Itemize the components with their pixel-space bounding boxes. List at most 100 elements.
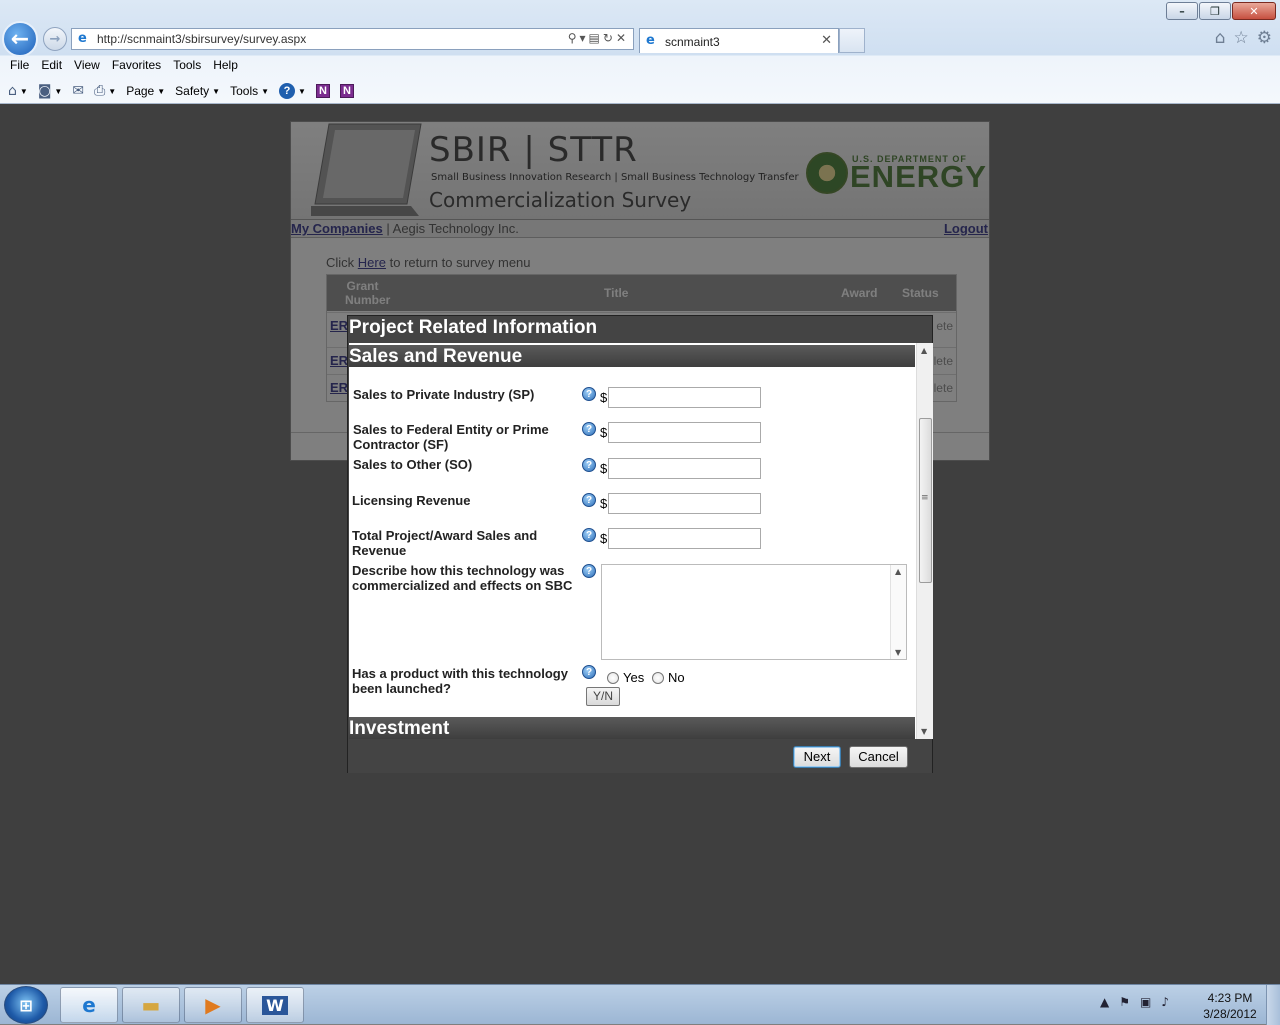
taskbar-internet-explorer[interactable]: e: [60, 987, 118, 1023]
home-command[interactable]: ⌂ ▼: [8, 83, 28, 99]
next-button[interactable]: Next: [793, 746, 841, 768]
onenote-icon[interactable]: N: [315, 84, 330, 98]
safety-menu[interactable]: Safety ▼: [175, 84, 220, 98]
onenote-linked-icon[interactable]: N: [339, 84, 354, 98]
help-icon[interactable]: ?: [582, 564, 596, 578]
modal-title: Project Related Information: [348, 316, 932, 341]
address-actions: ⚲▾▤↻✕: [568, 31, 629, 45]
refresh-icon[interactable]: ↻: [603, 31, 616, 45]
search-icon[interactable]: ⚲: [568, 31, 580, 45]
label-total-sales: Total Project/Award Sales and Revenue: [352, 528, 538, 558]
new-tab-button[interactable]: [839, 28, 865, 53]
modal-footer: Next Cancel: [348, 741, 932, 773]
home-icon: ⌂: [8, 83, 17, 99]
help-icon[interactable]: ?: [582, 422, 596, 436]
modal-scrollbar[interactable]: ▲ ≡ ▼: [916, 343, 933, 739]
total-sales-input[interactable]: [608, 528, 761, 549]
launched-no-radio[interactable]: [652, 672, 664, 684]
sales-private-input[interactable]: [608, 387, 761, 408]
action-center-flag-icon[interactable]: ⚑: [1119, 995, 1130, 1009]
show-desktop-button[interactable]: [1266, 985, 1280, 1025]
label-describe-commercialization: Describe how this technology was commerc…: [352, 563, 573, 593]
label-product-launched: Has a product with this technology been …: [352, 666, 568, 696]
sales-federal-input[interactable]: [608, 422, 761, 443]
scroll-down-icon[interactable]: ▼: [895, 648, 901, 657]
tab-title: scnmaint3: [665, 35, 720, 49]
tools-menu[interactable]: Tools ▼: [230, 84, 269, 98]
volume-icon[interactable]: ♪: [1161, 995, 1169, 1009]
feeds-command[interactable]: ◙ ▼: [38, 83, 63, 99]
label-licensing-revenue: Licensing Revenue: [352, 493, 471, 508]
currency-symbol: $: [600, 496, 608, 511]
word-icon: W: [262, 995, 288, 1015]
page-menu-label: Page: [126, 84, 155, 98]
taskbar-word[interactable]: W: [246, 987, 304, 1023]
scroll-up-icon[interactable]: ▲: [921, 346, 927, 355]
label-sales-other: Sales to Other (SO): [353, 457, 473, 472]
tools-menu-label: Tools: [230, 84, 259, 98]
network-icon[interactable]: ▣: [1140, 995, 1151, 1009]
modal-scroll-body[interactable]: Sales and Revenue Sales to Private Indus…: [349, 343, 933, 739]
menu-tools[interactable]: Tools: [167, 56, 207, 78]
page-menu[interactable]: Page ▼: [126, 84, 165, 98]
launched-yes-label[interactable]: Yes: [623, 670, 644, 685]
project-info-modal: Project Related Information Sales and Re…: [347, 315, 933, 773]
cancel-button[interactable]: Cancel: [849, 746, 908, 768]
textarea-scrollbar[interactable]: ▲ ▼: [890, 565, 906, 659]
browser-right-icons: ⌂ ☆ ⚙: [1215, 28, 1272, 48]
close-window-button[interactable]: ✕: [1232, 2, 1276, 20]
menu-view[interactable]: View: [68, 56, 106, 78]
help-icon[interactable]: ?: [582, 528, 596, 542]
launched-yes-radio[interactable]: [607, 672, 619, 684]
dropdown-icon[interactable]: ▾: [580, 31, 589, 45]
forward-button[interactable]: →: [43, 27, 67, 51]
address-url[interactable]: http://scnmaint3/sbirsurvey/survey.aspx: [97, 32, 306, 46]
taskbar-explorer[interactable]: ▬: [122, 987, 180, 1023]
minimize-button[interactable]: –: [1166, 2, 1198, 20]
sales-other-input[interactable]: [608, 458, 761, 479]
back-button[interactable]: ←: [2, 21, 38, 57]
help-icon[interactable]: ?: [582, 665, 596, 679]
scroll-down-icon[interactable]: ▼: [921, 727, 927, 736]
ie-page-icon: e: [78, 31, 87, 46]
mail-command[interactable]: ✉: [72, 83, 84, 99]
rss-feed-icon: ◙: [37, 83, 52, 99]
menu-help[interactable]: Help: [207, 56, 244, 78]
scroll-up-icon[interactable]: ▲: [895, 567, 901, 576]
help-icon[interactable]: ?: [582, 458, 596, 472]
describe-commercialization-textarea[interactable]: ▲ ▼: [601, 564, 907, 660]
licensing-revenue-input[interactable]: [608, 493, 761, 514]
compat-view-icon[interactable]: ▤: [589, 31, 603, 45]
folder-icon: ▬: [141, 993, 161, 1017]
tab-active[interactable]: e scnmaint3 ✕: [639, 28, 839, 53]
show-hidden-icons-icon[interactable]: ▲: [1100, 995, 1109, 1009]
safety-menu-label: Safety: [175, 84, 210, 98]
print-command[interactable]: ⎙ ▼: [94, 83, 116, 99]
home-icon[interactable]: ⌂: [1215, 28, 1226, 48]
yn-button[interactable]: Y/N: [586, 687, 620, 706]
settings-gear-icon[interactable]: ⚙: [1257, 28, 1272, 48]
menu-file[interactable]: File: [4, 56, 35, 78]
clock-time: 4:23 PM: [1207, 991, 1253, 1005]
help-icon[interactable]: ?: [582, 493, 596, 507]
ie-tab-icon: e: [646, 33, 655, 48]
help-command[interactable]: ? ▼: [279, 83, 306, 99]
taskbar-clock[interactable]: 4:23 PM 3/28/2012: [1198, 990, 1262, 1022]
taskbar-media-player[interactable]: ▶: [184, 987, 242, 1023]
currency-symbol: $: [600, 425, 608, 440]
help-icon[interactable]: ?: [582, 387, 596, 401]
label-sales-private: Sales to Private Industry (SP): [353, 387, 535, 402]
menu-bar: File Edit View Favorites Tools Help: [0, 56, 1280, 78]
menu-edit[interactable]: Edit: [35, 56, 68, 78]
tab-close-icon[interactable]: ✕: [821, 33, 832, 48]
menu-favorites[interactable]: Favorites: [106, 56, 167, 78]
media-player-icon: ▶: [205, 993, 221, 1017]
scroll-grip-icon: ≡: [921, 493, 929, 503]
stop-icon[interactable]: ✕: [616, 31, 629, 45]
address-bar[interactable]: e http://scnmaint3/sbirsurvey/survey.asp…: [71, 28, 634, 50]
launched-no-label[interactable]: No: [668, 670, 685, 685]
favorites-star-icon[interactable]: ☆: [1234, 28, 1249, 48]
restore-button[interactable]: ❐: [1199, 2, 1231, 20]
currency-symbol: $: [600, 531, 608, 546]
start-button[interactable]: ⊞: [4, 986, 48, 1024]
